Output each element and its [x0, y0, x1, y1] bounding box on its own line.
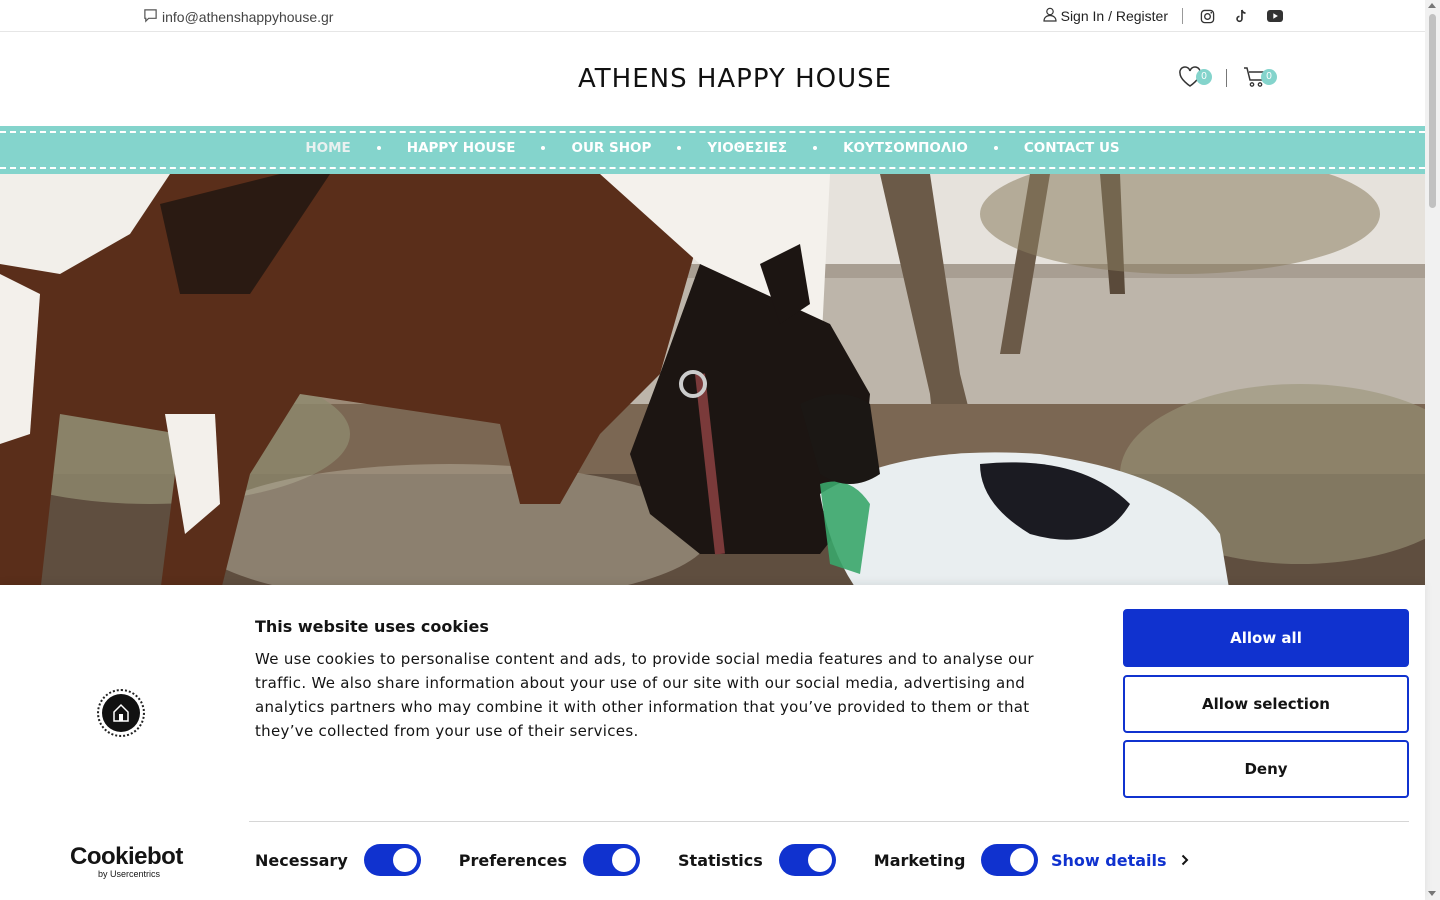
cart-button[interactable]: 0	[1243, 66, 1277, 90]
email-link[interactable]: info@athenshappyhouse.gr	[143, 8, 333, 26]
site-logo[interactable]: ATHENS HAPPY HOUSE	[578, 62, 891, 98]
nav-separator-dot	[993, 146, 998, 150]
necessary-switch[interactable]	[363, 844, 421, 876]
nav-dash-border	[0, 167, 1425, 169]
page-scrollbar[interactable]	[1425, 0, 1440, 900]
wishlist-count-badge: 0	[1196, 69, 1212, 85]
statistics-switch[interactable]	[778, 844, 836, 876]
allow-selection-button[interactable]: Allow selection	[1123, 675, 1409, 733]
chat-icon	[143, 8, 158, 26]
allow-all-button[interactable]: Allow all	[1123, 609, 1409, 667]
site-header: ATHENS HAPPY HOUSE 0 0	[0, 32, 1425, 126]
toggle-label: Preferences	[458, 850, 568, 870]
scroll-up-arrow-icon[interactable]	[1428, 3, 1436, 8]
tiktok-icon[interactable]	[1231, 6, 1251, 26]
house-icon	[113, 703, 129, 722]
hero-image	[0, 174, 1425, 594]
chevron-right-icon	[1181, 851, 1189, 870]
top-bar: info@athenshappyhouse.gr Sign In / Regis…	[0, 0, 1425, 32]
marketing-switch[interactable]	[981, 844, 1039, 876]
switch-knob	[1010, 848, 1035, 872]
user-icon	[1043, 7, 1057, 25]
cart-count-badge: 0	[1261, 69, 1277, 85]
divider	[1182, 8, 1183, 24]
cookiebot-brand-sub: by Usercentrics	[98, 869, 161, 879]
show-details-text: Show details	[1051, 851, 1167, 870]
nav-item-home[interactable]: HOME	[305, 140, 350, 156]
nav-separator-dot	[677, 146, 682, 150]
switch-knob	[612, 848, 637, 872]
scroll-down-arrow-icon[interactable]	[1428, 891, 1436, 896]
nav-separator-dot	[376, 146, 381, 150]
cookiebot-logo[interactable]: Cookiebot by Usercentrics	[70, 843, 183, 880]
signin-link[interactable]: Sign In / Register	[1043, 7, 1168, 25]
signin-text: Sign In / Register	[1060, 8, 1168, 24]
divider	[249, 821, 1409, 822]
switch-knob	[807, 848, 832, 872]
wishlist-button[interactable]: 0	[1178, 66, 1212, 90]
toggle-label: Necessary	[255, 850, 348, 870]
toggle-preferences: Preferences	[458, 844, 641, 876]
cookie-title: This website uses cookies	[255, 617, 489, 636]
toggle-necessary: Necessary	[255, 844, 421, 876]
nav-item-adoptions[interactable]: ΥΙΟΘΕΣΙΕΣ	[707, 140, 787, 156]
instagram-icon[interactable]	[1197, 6, 1217, 26]
cookie-description: We use cookies to personalise content an…	[255, 650, 1034, 740]
hero-photo-illustration	[0, 174, 1425, 594]
nav-dash-border	[0, 131, 1425, 133]
nav-separator-dot	[813, 146, 818, 150]
youtube-icon[interactable]	[1265, 6, 1285, 26]
switch-knob	[392, 848, 417, 872]
show-details-link[interactable]: Show details	[1051, 851, 1189, 870]
email-text: info@athenshappyhouse.gr	[162, 9, 334, 25]
scrollbar-thumb[interactable]	[1429, 14, 1436, 208]
toggle-statistics: Statistics	[678, 844, 836, 876]
cookiebot-brand: Cookiebot	[70, 843, 183, 870]
logo-text: ATHENS HAPPY HOUSE	[578, 64, 893, 94]
nav-item-contact[interactable]: CONTACT US	[1024, 140, 1120, 156]
preferences-switch[interactable]	[583, 844, 641, 876]
nav-item-happy-house[interactable]: HAPPY HOUSE	[407, 140, 516, 156]
nav-separator-dot	[541, 146, 546, 150]
toggle-label: Statistics	[678, 850, 763, 870]
toggle-label: Marketing	[873, 850, 966, 870]
nav-item-gossip[interactable]: ΚΟΥΤΣΟΜΠΟΛΙΟ	[843, 140, 968, 156]
deny-button[interactable]: Deny	[1123, 740, 1409, 798]
site-badge-logo	[97, 689, 145, 737]
main-nav: HOME HAPPY HOUSE OUR SHOP ΥΙΟΘΕΣΙΕΣ ΚΟΥΤ…	[0, 126, 1425, 174]
toggle-marketing: Marketing	[874, 844, 1039, 876]
divider	[1226, 69, 1227, 87]
nav-item-our-shop[interactable]: OUR SHOP	[571, 140, 651, 156]
cookie-consent-banner: This website uses cookies We use cookies…	[0, 585, 1425, 900]
